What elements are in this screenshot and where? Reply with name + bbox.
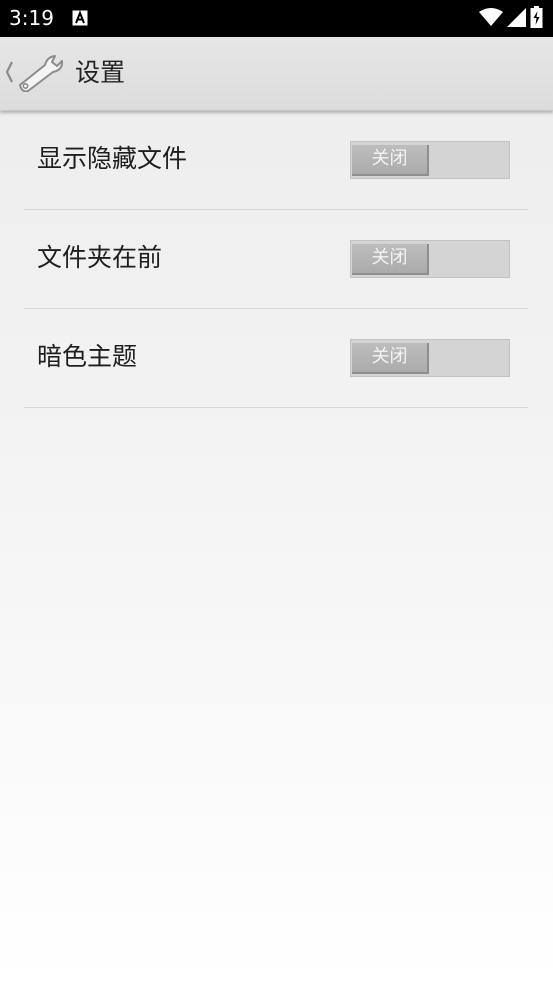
wifi-icon bbox=[479, 7, 503, 31]
notification-a-icon bbox=[72, 10, 88, 26]
toggle-thumb: 关闭 bbox=[352, 244, 429, 275]
toggle-thumb: 关闭 bbox=[352, 343, 429, 374]
setting-row-dark-theme: 暗色主题 关闭 bbox=[24, 309, 528, 408]
show-hidden-files-toggle[interactable]: 关闭 bbox=[350, 141, 510, 179]
chevron-left-icon bbox=[4, 59, 14, 89]
app-bar: 设置 bbox=[0, 37, 553, 111]
page-title: 设置 bbox=[75, 58, 126, 87]
status-time: 3:19 bbox=[9, 6, 54, 30]
dark-theme-toggle[interactable]: 关闭 bbox=[350, 339, 510, 377]
setting-row-show-hidden-files: 显示隐藏文件 关闭 bbox=[24, 111, 528, 210]
wrench-icon bbox=[14, 52, 66, 96]
folders-first-toggle[interactable]: 关闭 bbox=[350, 240, 510, 278]
settings-list: 显示隐藏文件 关闭 文件夹在前 关闭 暗色主题 关闭 bbox=[24, 111, 528, 408]
status-bar: 3:19 bbox=[0, 0, 553, 37]
battery-charging-icon bbox=[530, 6, 543, 32]
setting-row-folders-first: 文件夹在前 关闭 bbox=[24, 210, 528, 309]
setting-label: 暗色主题 bbox=[37, 342, 138, 371]
setting-label: 显示隐藏文件 bbox=[37, 144, 188, 173]
setting-label: 文件夹在前 bbox=[37, 243, 163, 272]
toggle-thumb: 关闭 bbox=[352, 145, 429, 176]
cell-signal-icon bbox=[507, 7, 526, 31]
back-button[interactable] bbox=[4, 51, 70, 97]
